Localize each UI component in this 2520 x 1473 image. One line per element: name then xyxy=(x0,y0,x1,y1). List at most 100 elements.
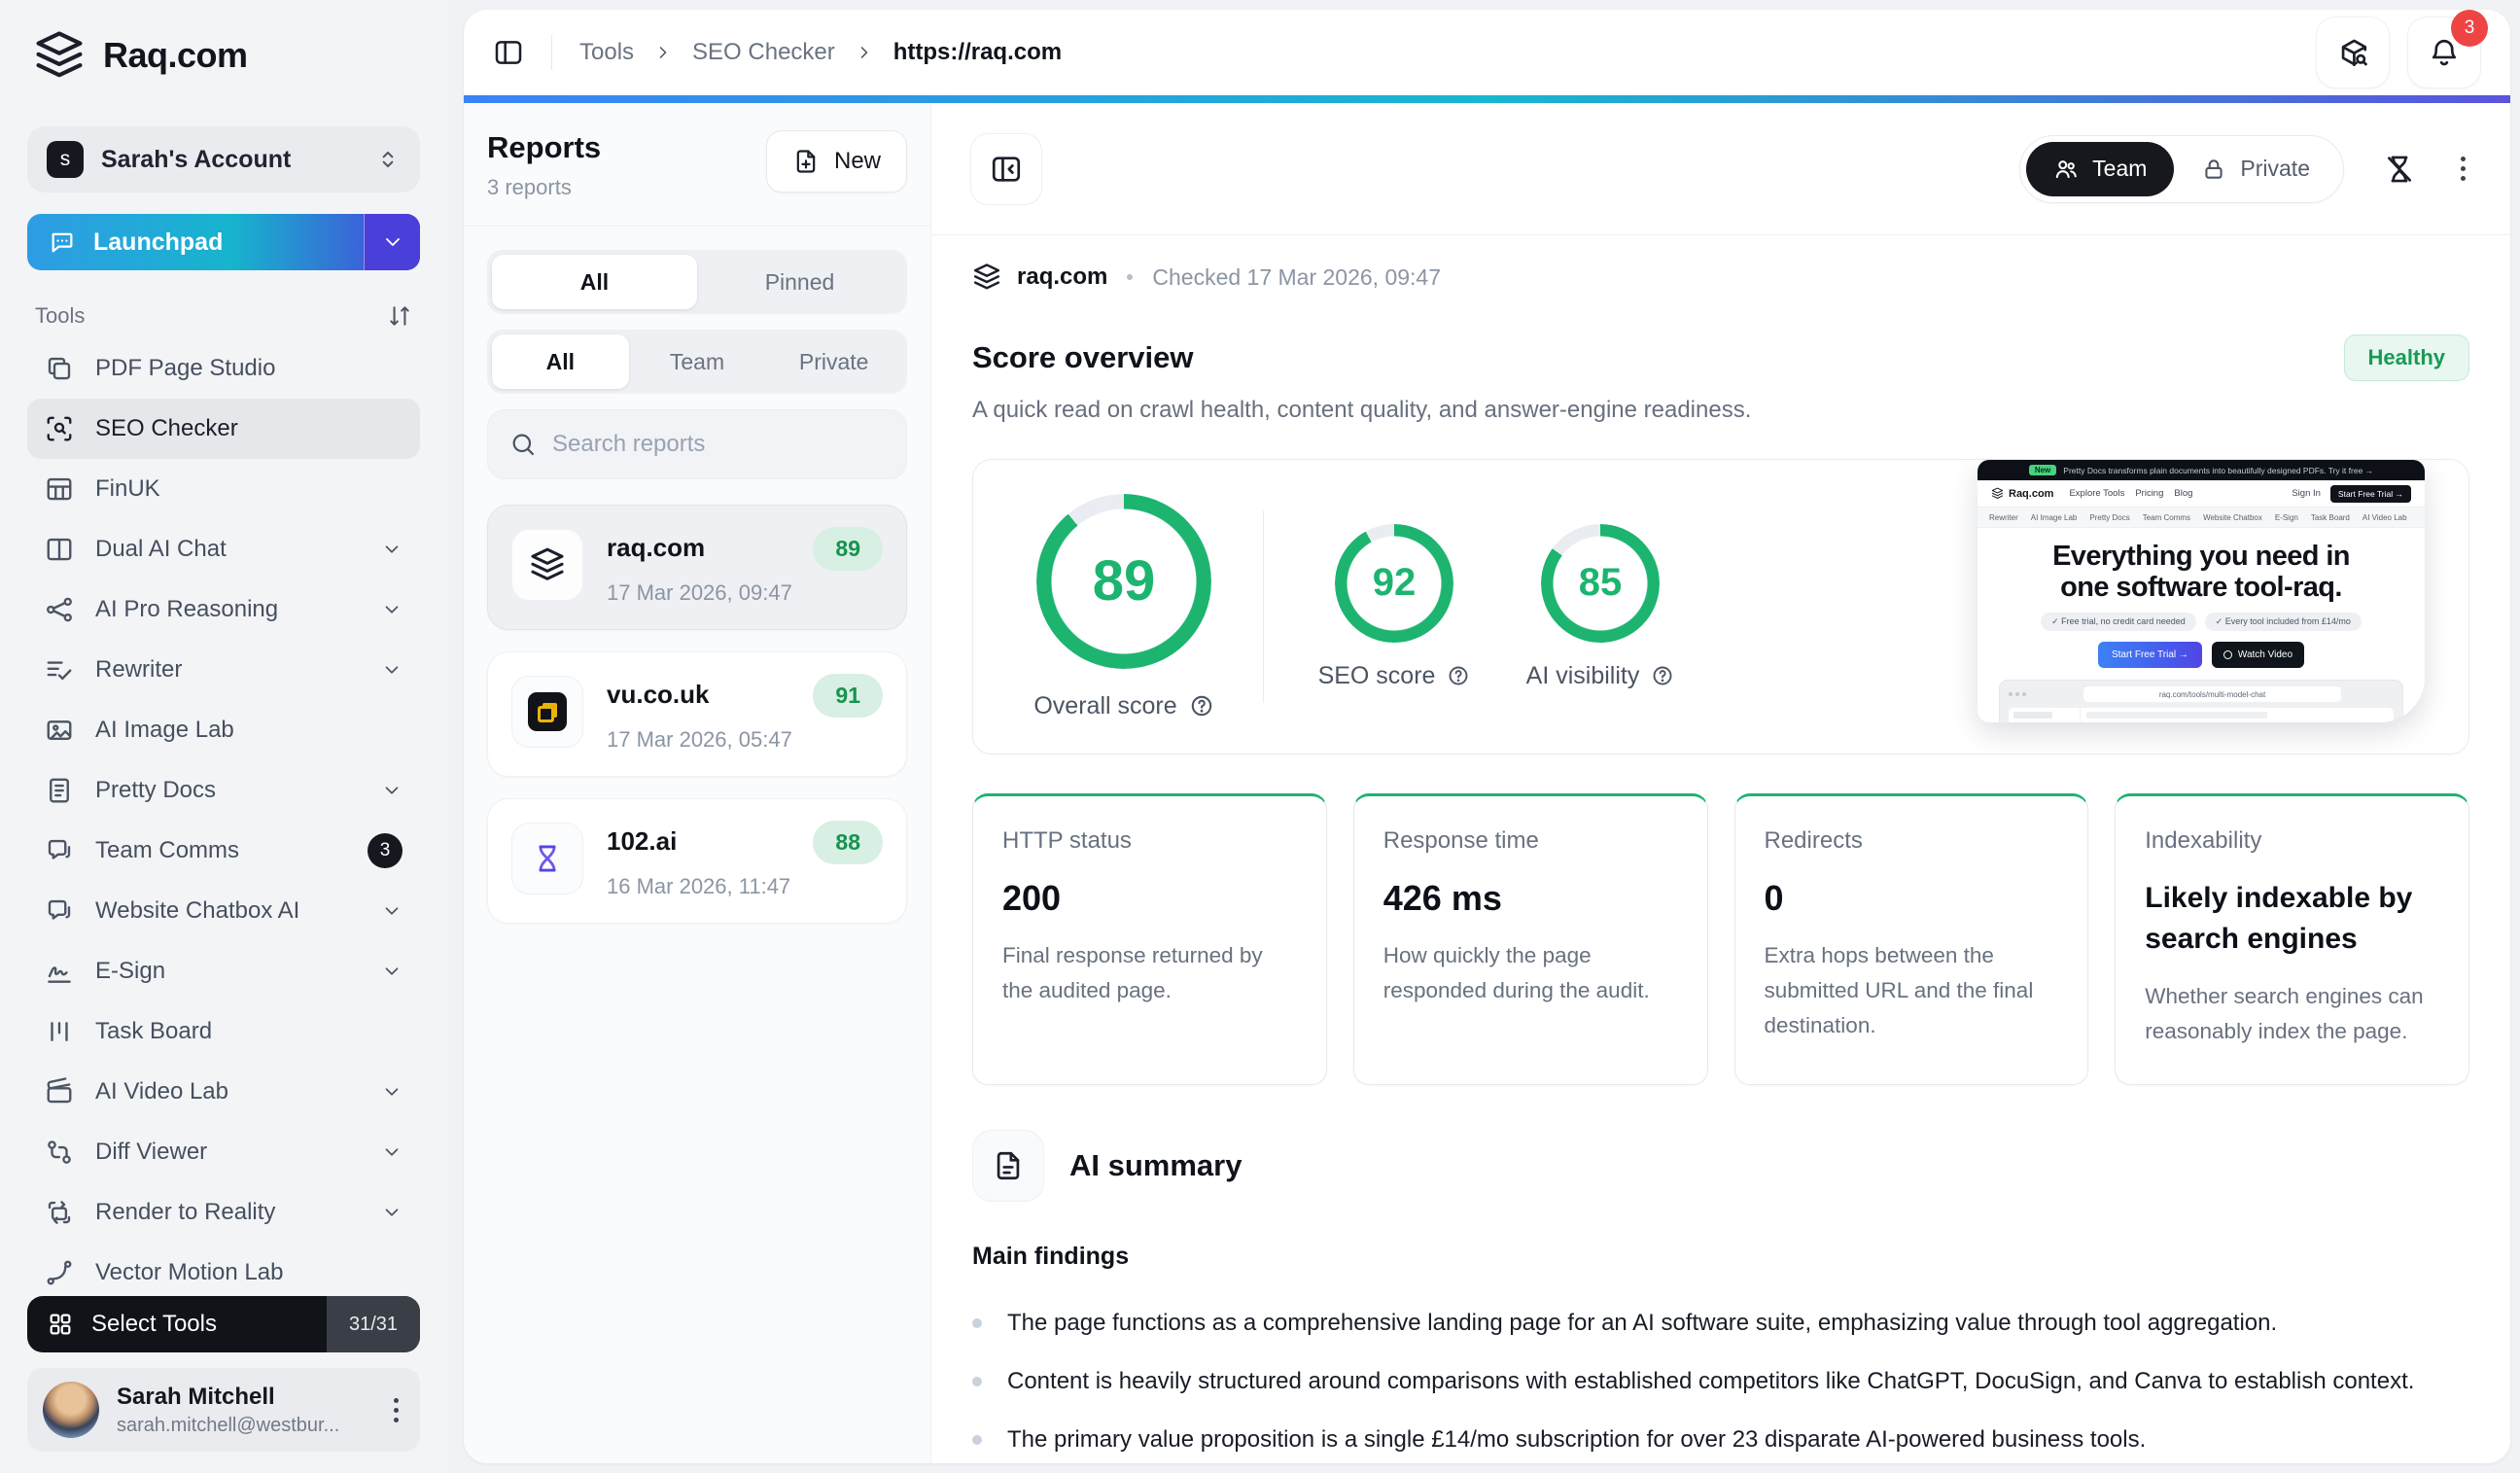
collapse-panel-button[interactable] xyxy=(970,133,1042,205)
tab-scope-all[interactable]: All xyxy=(492,334,629,389)
sidebar: Raq.com s Sarah's Account Launchpad Tool… xyxy=(0,0,447,1473)
tab-pinned[interactable]: Pinned xyxy=(697,255,902,309)
chevron-down-icon xyxy=(381,599,402,620)
visibility-toggle: Team Private xyxy=(2019,135,2344,203)
sidebar-item-ai-pro-reasoning[interactable]: AI Pro Reasoning xyxy=(27,579,420,640)
chevron-down-icon xyxy=(381,1081,402,1103)
tab-scope-private[interactable]: Private xyxy=(765,334,902,389)
metric-response-time: Response time 426 ms How quickly the pag… xyxy=(1353,793,1708,1085)
list-check-icon xyxy=(45,655,74,684)
finding-item: The primary value proposition is a singl… xyxy=(972,1422,2469,1457)
sidebar-item-diff-viewer[interactable]: Diff Viewer xyxy=(27,1122,420,1182)
metric-cards: HTTP status 200 Final response returned … xyxy=(972,793,2469,1085)
visibility-team-button[interactable]: Team xyxy=(2026,142,2174,196)
pinned-filter-tabs: All Pinned xyxy=(487,250,907,314)
launchpad-button[interactable]: Launchpad xyxy=(27,214,420,270)
visibility-private-button[interactable]: Private xyxy=(2174,142,2337,196)
tab-all[interactable]: All xyxy=(492,255,697,309)
breadcrumb-seo-checker[interactable]: SEO Checker xyxy=(692,39,835,66)
sidebar-item-task-board[interactable]: Task Board xyxy=(27,1001,420,1062)
account-avatar: s xyxy=(47,141,84,178)
chevrons-up-down-icon xyxy=(375,147,401,172)
report-kebab-menu[interactable] xyxy=(2455,151,2471,187)
ai-visibility-ring: 85 xyxy=(1541,524,1660,643)
findings-list: The page functions as a comprehensive la… xyxy=(972,1306,2469,1463)
scope-filter-tabs: All Team Private xyxy=(487,330,907,394)
camera-rotate-icon xyxy=(45,1198,74,1227)
sidebar-item-render-to-reality[interactable]: Render to Reality xyxy=(27,1182,420,1243)
sidebar-item-e-sign[interactable]: E-Sign xyxy=(27,941,420,1001)
chat-bubble-icon xyxy=(49,228,76,256)
history-off-button[interactable] xyxy=(2377,147,2422,192)
search-reports xyxy=(487,409,907,479)
sidebar-item-ai-image-lab[interactable]: AI Image Lab xyxy=(27,700,420,760)
panel-left-icon[interactable] xyxy=(493,37,524,68)
account-label: Sarah's Account xyxy=(101,146,358,174)
sidebar-item-pretty-docs[interactable]: Pretty Docs xyxy=(27,760,420,821)
launchpad-main[interactable]: Launchpad xyxy=(27,214,364,270)
report-item-102ai[interactable]: 102.ai 16 Mar 2026, 11:47 88 xyxy=(487,798,907,924)
notifications-button[interactable]: 3 xyxy=(2407,17,2481,88)
unread-badge: 3 xyxy=(368,833,402,868)
reports-count: 3 reports xyxy=(487,175,601,200)
notification-count-badge: 3 xyxy=(2451,10,2488,47)
report-panel: Team Private xyxy=(931,103,2510,1463)
user-kebab-menu[interactable] xyxy=(388,1392,404,1428)
raq-favicon xyxy=(972,263,1001,292)
report-checked-time: Checked 17 Mar 2026, 09:47 xyxy=(1152,264,1441,291)
score-card: 89 Overall score 92 xyxy=(972,459,2469,754)
sidebar-item-website-chatbox-ai[interactable]: Website Chatbox AI xyxy=(27,881,420,941)
metric-http-status: HTTP status 200 Final response returned … xyxy=(972,793,1327,1085)
chevron-down-icon xyxy=(381,1141,402,1163)
report-item-raq[interactable]: raq.com 17 Mar 2026, 09:47 89 xyxy=(487,505,907,630)
chevron-right-icon xyxy=(653,43,673,62)
scroll-icon xyxy=(45,776,74,805)
score-badge: 89 xyxy=(813,527,883,571)
sidebar-item-seo-checker[interactable]: SEO Checker xyxy=(27,399,420,459)
file-plus-icon xyxy=(792,148,820,175)
sidebar-item-vector-motion-lab[interactable]: Vector Motion Lab xyxy=(27,1243,420,1303)
image-icon xyxy=(45,716,74,745)
sidebar-item-rewriter[interactable]: Rewriter xyxy=(27,640,420,700)
chevron-down-icon xyxy=(381,1202,402,1223)
report-item-vu[interactable]: vu.co.uk 17 Mar 2026, 05:47 91 xyxy=(487,651,907,777)
new-report-button[interactable]: New xyxy=(766,130,907,193)
ai-summary-title: AI summary xyxy=(1069,1148,1242,1183)
breadcrumb-tools[interactable]: Tools xyxy=(579,39,634,66)
status-badge: Healthy xyxy=(2344,334,2469,381)
help-icon[interactable] xyxy=(1651,664,1674,687)
user-email: sarah.mitchell@westbur... xyxy=(117,1415,370,1437)
sidebar-item-finuk[interactable]: FinUK xyxy=(27,459,420,519)
report-site: raq.com xyxy=(1017,263,1107,291)
metric-indexability: Indexability Likely indexable by search … xyxy=(2115,793,2469,1085)
search-icon xyxy=(509,431,537,458)
score-overview-subtitle: A quick read on crawl health, content qu… xyxy=(972,397,2469,424)
kanban-icon xyxy=(45,1017,74,1046)
help-icon[interactable] xyxy=(1447,664,1470,687)
sidebar-item-pdf-page-studio[interactable]: PDF Page Studio xyxy=(27,338,420,399)
help-icon[interactable] xyxy=(1189,693,1214,719)
select-tools-button[interactable]: Select Tools 31/31 xyxy=(27,1296,420,1352)
package-search-button[interactable] xyxy=(2316,17,2390,88)
breadcrumb: Tools SEO Checker https://raq.com xyxy=(579,39,1062,66)
file-text-icon xyxy=(972,1130,1044,1202)
clapperboard-icon xyxy=(45,1077,74,1106)
user-name: Sarah Mitchell xyxy=(117,1384,370,1411)
git-compare-icon xyxy=(45,1138,74,1167)
launchpad-expand-button[interactable] xyxy=(364,214,420,270)
sidebar-item-ai-video-lab[interactable]: AI Video Lab xyxy=(27,1062,420,1122)
chevron-down-icon xyxy=(381,900,402,922)
search-input[interactable] xyxy=(552,431,885,458)
sidebar-item-dual-ai-chat[interactable]: Dual AI Chat xyxy=(27,519,420,579)
topbar: Tools SEO Checker https://raq.com 3 xyxy=(464,10,2510,95)
thumb-tool-strip: RewriterAI Image Lab Pretty DocsTeam Com… xyxy=(1978,507,2425,528)
sidebar-item-team-comms[interactable]: Team Comms 3 xyxy=(27,821,420,881)
account-switcher[interactable]: s Sarah's Account xyxy=(27,126,420,193)
finding-item: Content is heavily structured around com… xyxy=(972,1364,2469,1399)
grid-icon xyxy=(47,1311,74,1338)
sort-icon[interactable] xyxy=(387,303,412,329)
user-menu[interactable]: Sarah Mitchell sarah.mitchell@westbur... xyxy=(27,1368,420,1452)
spline-icon xyxy=(45,1258,74,1287)
tools-nav: PDF Page Studio SEO Checker FinUK Dual A… xyxy=(27,338,420,1303)
tab-scope-team[interactable]: Team xyxy=(629,334,766,389)
